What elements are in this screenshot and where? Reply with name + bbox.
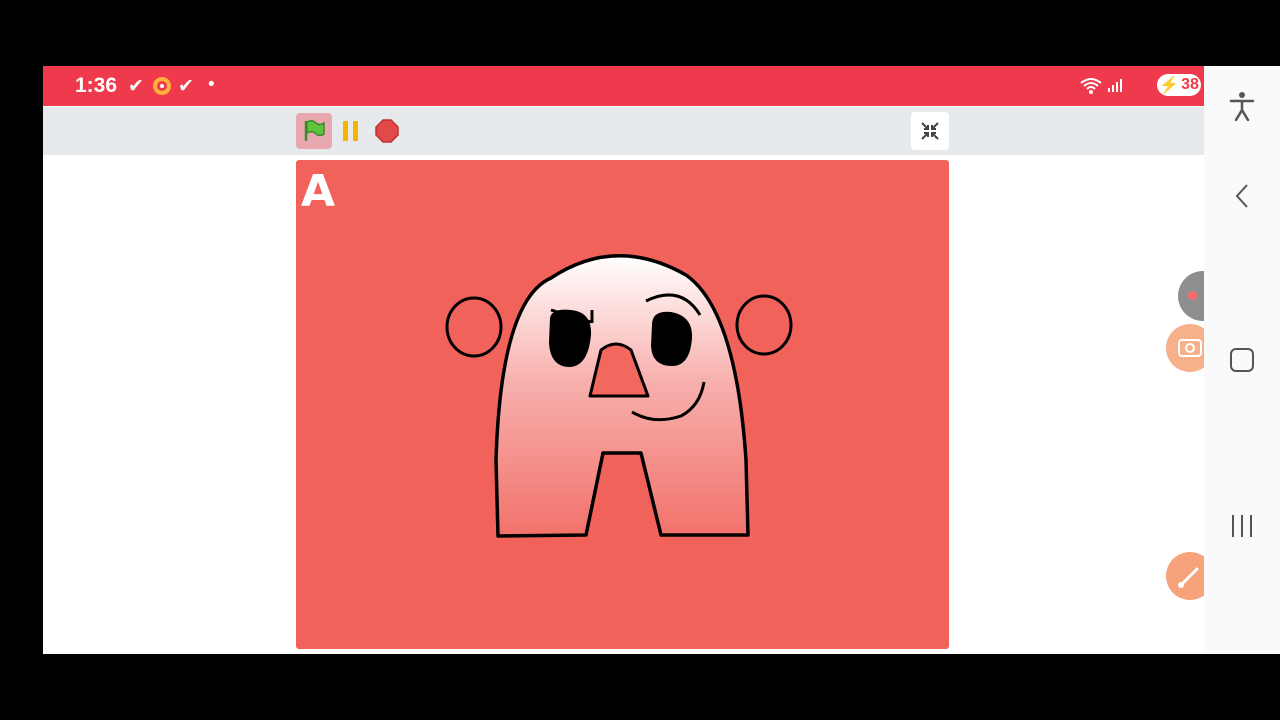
check-icon: ✔ [128,76,144,97]
right-eye [651,311,693,366]
recent-apps-button[interactable] [1204,508,1280,544]
back-button[interactable] [1204,178,1280,214]
accessibility-button[interactable] [1204,88,1280,124]
letter-a-character-sprite[interactable] [296,160,949,649]
stage-toolbar [43,107,1204,155]
exit-fullscreen-button[interactable] [911,112,949,150]
charging-icon: ⚡ [1159,77,1180,94]
home-button[interactable] [1204,342,1280,378]
stop-icon [375,119,399,143]
stop-button[interactable] [369,113,405,149]
green-flag-button[interactable] [296,113,332,149]
app-screen: 1:36 ✔ ✔ • ⚡ 38 A [43,66,1204,654]
stage-canvas[interactable]: A [296,160,949,649]
battery-level: 38 [1181,76,1199,93]
right-cheek [735,294,793,356]
pause-icon [343,121,358,141]
status-bar: 1:36 ✔ ✔ • ⚡ 38 [43,66,1204,106]
accessibility-icon [1229,92,1255,121]
home-icon [1230,348,1254,372]
back-icon [1235,184,1248,208]
check-icon: ✔ [178,76,194,97]
record-dot-icon [1188,291,1197,300]
draw-button[interactable] [1166,552,1204,600]
left-cheek [445,296,503,358]
dot-icon: • [208,74,215,95]
screen-recorder-icon [152,76,172,102]
edge-panel-handle[interactable] [1178,271,1204,321]
battery-indicator: ⚡ 38 [1157,74,1201,96]
status-time: 1:36 [75,74,118,97]
wifi-icon [1079,77,1103,101]
green-flag-icon [304,119,325,141]
exit-fullscreen-icon [921,122,939,140]
recent-apps-icon [1232,515,1252,537]
brush-icon [1178,567,1199,588]
screenshot-button[interactable] [1166,324,1204,372]
pause-button[interactable] [333,113,369,149]
navigation-bar [1204,66,1280,654]
signal-icon [1107,77,1123,99]
screenshot-icon [1178,339,1202,357]
